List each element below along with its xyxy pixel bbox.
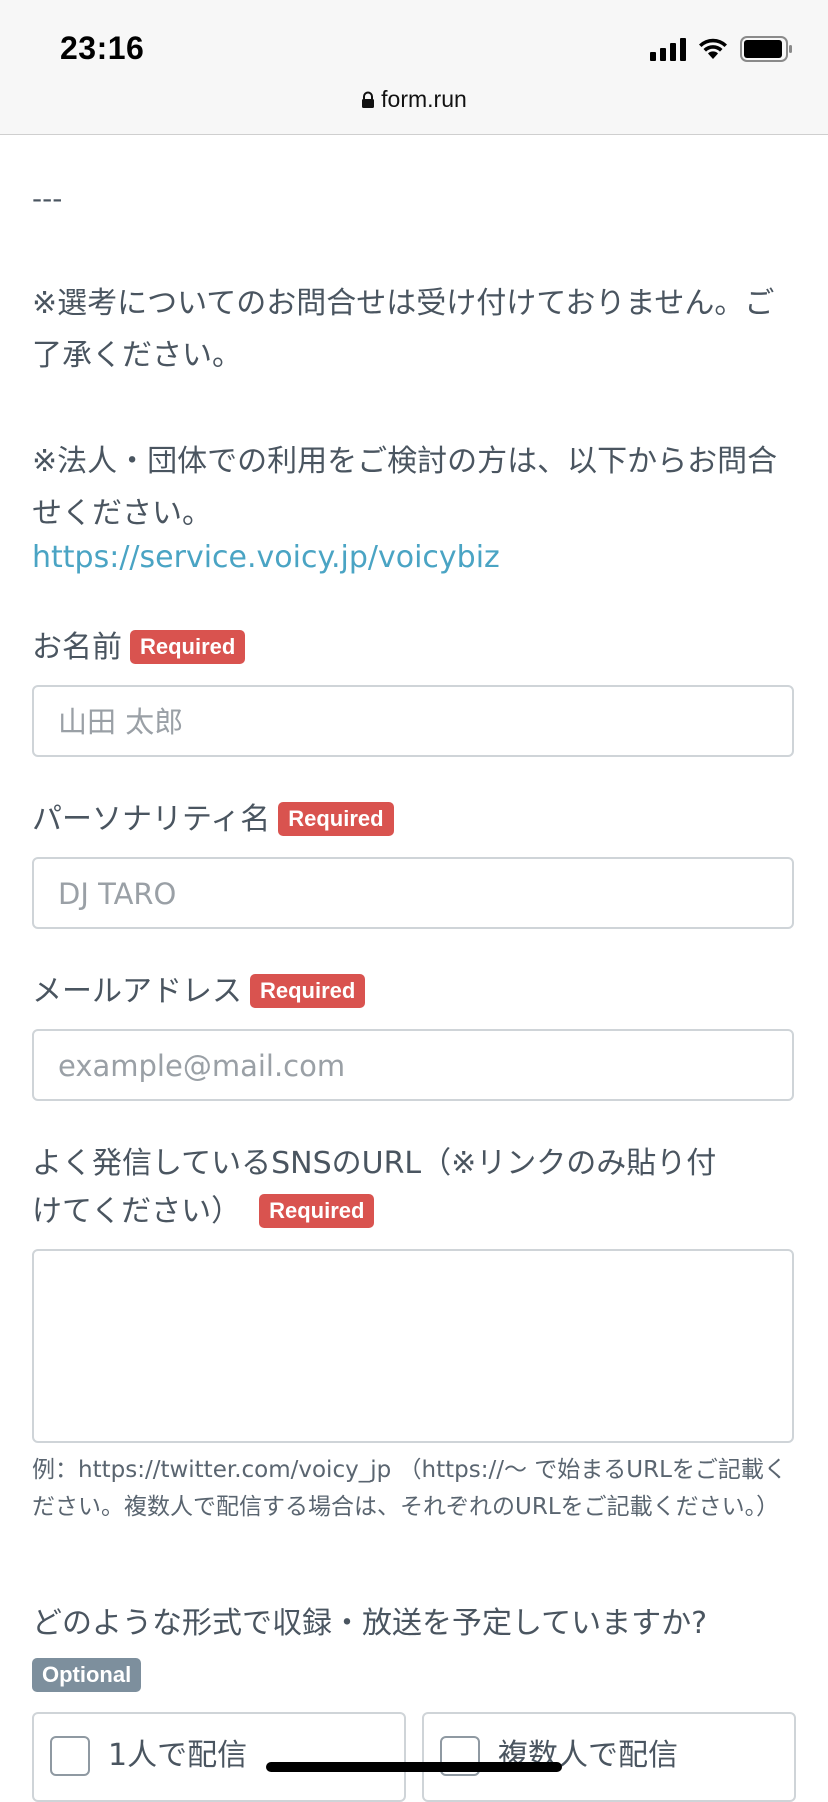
status-bar: 23:16 form.run	[0, 0, 828, 135]
inquiry-note: ※選考についてのお問合せは受け付けておりません。ご了承ください。	[32, 286, 775, 373]
status-time: 23:16	[60, 30, 145, 66]
wifi-icon	[698, 38, 728, 60]
option-solo[interactable]: 1人で配信	[32, 1712, 406, 1802]
personality-label: パーソナリティ名	[32, 802, 271, 837]
option-solo-label: 1人で配信	[108, 1738, 248, 1773]
option-multi[interactable]: 複数人で配信	[422, 1712, 796, 1802]
home-indicator[interactable]	[266, 1762, 562, 1772]
checkbox-icon[interactable]	[50, 1736, 90, 1776]
sns-url-textarea[interactable]	[32, 1249, 794, 1443]
address-bar[interactable]: form.run	[0, 86, 828, 115]
corporate-note: ※法人・団体での利用をご検討の方は、以下からお問合せください。	[32, 444, 778, 531]
name-input[interactable]: 山田 太郎	[32, 685, 794, 757]
name-label: お名前	[32, 630, 122, 665]
lock-icon	[361, 88, 375, 115]
status-icons	[650, 36, 794, 62]
required-badge: Required	[278, 802, 394, 836]
sns-help-text: 例：https://twitter.com/voicy_jp （https://…	[32, 1457, 787, 1520]
sns-label-line1: よく発信しているSNSのURL（※リンクのみ貼り付	[32, 1146, 717, 1181]
battery-icon	[740, 36, 794, 62]
required-badge: Required	[259, 1194, 375, 1228]
url-text: form.run	[381, 86, 467, 112]
required-badge: Required	[250, 974, 366, 1008]
signal-icon	[650, 37, 686, 61]
voicybiz-link[interactable]: https://service.voicy.jp/voicybiz	[32, 540, 500, 575]
divider-text: ---	[32, 182, 63, 215]
name-label-row: お名前 Required	[32, 628, 246, 668]
email-label: メールアドレス	[32, 974, 242, 1009]
personality-label-row: パーソナリティ名 Required	[32, 800, 394, 840]
email-input[interactable]: example@mail.com	[32, 1029, 794, 1101]
required-badge: Required	[130, 630, 246, 664]
optional-badge-wrap: Optional	[32, 1658, 142, 1692]
format-question-label: どのような形式で収録・放送を予定していますか?	[32, 1606, 708, 1641]
optional-badge: Optional	[32, 1658, 142, 1692]
email-label-row: メールアドレス Required	[32, 972, 366, 1012]
sns-label-line2: けてください）	[32, 1194, 242, 1229]
personality-input[interactable]: DJ TARO	[32, 857, 794, 929]
sns-label-row: けてください） Required	[32, 1192, 375, 1232]
